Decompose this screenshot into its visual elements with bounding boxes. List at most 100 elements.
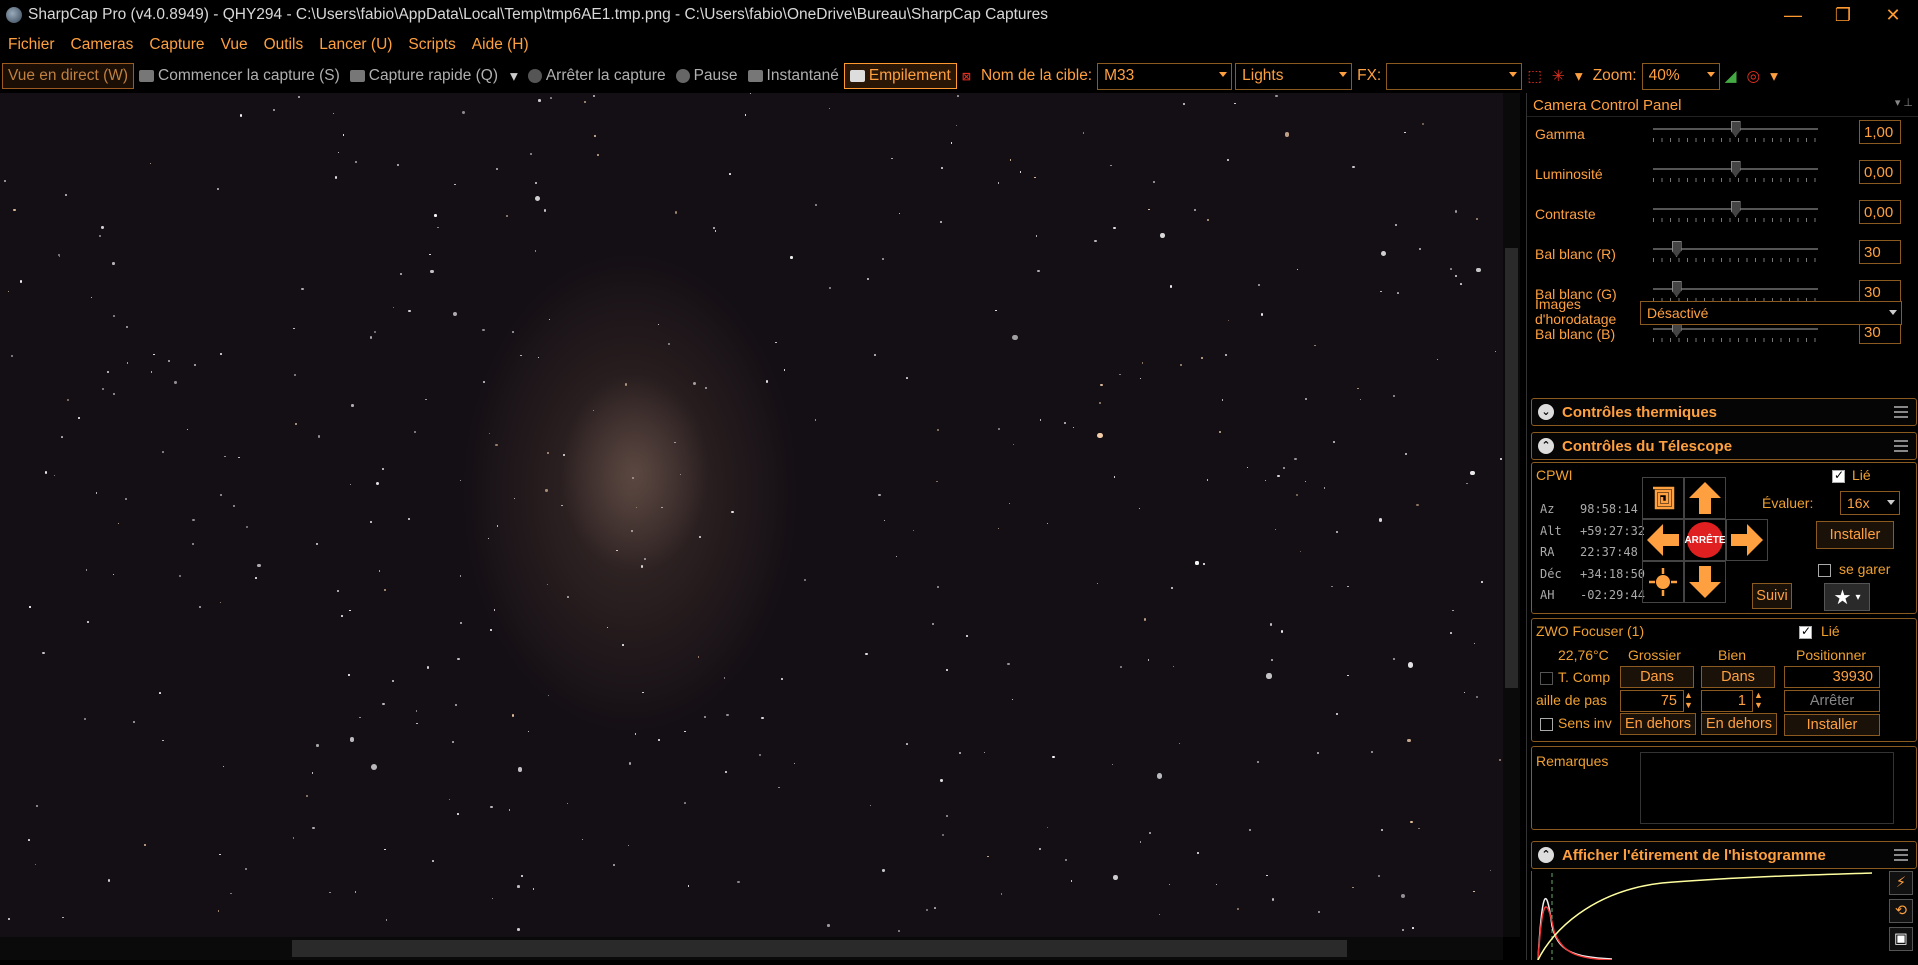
close-button[interactable]: ✕ bbox=[1868, 0, 1918, 30]
arrow-up-icon[interactable] bbox=[1684, 477, 1726, 519]
image-vertical-scrollbar[interactable] bbox=[1503, 93, 1520, 937]
spinner-icon[interactable]: ▲ ▼ bbox=[1754, 690, 1763, 710]
stacking-button[interactable]: Empilement bbox=[843, 63, 957, 89]
crosshair-icon[interactable]: ✳ bbox=[1547, 63, 1570, 89]
chevron-down-icon[interactable]: ⌄ bbox=[1538, 404, 1554, 420]
coarse-in-button[interactable]: Dans bbox=[1620, 666, 1694, 688]
auto-stretch-icon[interactable]: ⚡ bbox=[1889, 871, 1913, 895]
stop-button[interactable]: ARRÊTE bbox=[1684, 519, 1726, 561]
star-point bbox=[1473, 642, 1476, 644]
control-slider[interactable] bbox=[1653, 281, 1818, 302]
spinner-icon[interactable]: ▲ ▼ bbox=[1684, 690, 1693, 710]
histogram-icon[interactable]: ◢ bbox=[1720, 63, 1742, 89]
target-reticle-icon[interactable]: ◎ bbox=[1742, 63, 1766, 89]
focuser-stop-button[interactable]: Arrêter bbox=[1784, 690, 1880, 712]
menu-icon[interactable] bbox=[1894, 440, 1908, 452]
mount-linked-checkbox[interactable] bbox=[1832, 468, 1845, 483]
control-value[interactable]: 1,00 bbox=[1859, 120, 1901, 144]
star-point bbox=[1012, 443, 1015, 446]
thermal-controls-header[interactable]: ⌄ Contrôles thermiques bbox=[1531, 398, 1917, 426]
target-sun-icon[interactable] bbox=[1642, 561, 1684, 603]
control-value[interactable]: 0,00 bbox=[1859, 200, 1901, 224]
image-horizontal-scrollbar[interactable] bbox=[0, 937, 1503, 960]
chevron-up-icon[interactable]: ⌃ bbox=[1538, 847, 1554, 863]
park-checkbox[interactable] bbox=[1818, 564, 1831, 577]
pin-icon[interactable]: ▾ ⊥ bbox=[1895, 96, 1913, 109]
menu-capture[interactable]: Capture bbox=[141, 36, 212, 54]
control-slider[interactable] bbox=[1653, 201, 1818, 222]
live-view-button[interactable]: Vue en direct (W) bbox=[2, 63, 135, 89]
snapshot-button[interactable]: Instantané bbox=[743, 63, 844, 89]
control-value[interactable]: 0,00 bbox=[1859, 160, 1901, 184]
fine-step-input[interactable]: 1 bbox=[1701, 690, 1753, 712]
control-slider[interactable] bbox=[1653, 121, 1818, 142]
minimize-button[interactable]: — bbox=[1768, 0, 1818, 30]
chevron-down-icon[interactable]: ▾ bbox=[510, 67, 518, 86]
restore-button[interactable]: ❐ bbox=[1818, 0, 1868, 30]
star-settings-button[interactable]: ★ ▾ bbox=[1824, 583, 1870, 611]
temp-comp-checkbox[interactable] bbox=[1540, 672, 1553, 685]
fx-select[interactable] bbox=[1386, 62, 1523, 90]
quick-capture-button[interactable]: Capture rapide (Q) ▾ bbox=[345, 63, 523, 89]
chevron-down-icon[interactable]: ▾ bbox=[1765, 63, 1783, 89]
star-point bbox=[295, 422, 298, 425]
target-name-select[interactable]: M33 bbox=[1097, 62, 1233, 90]
frame-type-select[interactable]: Lights bbox=[1235, 62, 1353, 90]
menu-vue[interactable]: Vue bbox=[213, 36, 256, 54]
menu-fichier[interactable]: Fichier bbox=[0, 36, 63, 54]
start-capture-button[interactable]: Commencer la capture (S) bbox=[134, 63, 345, 89]
control-slider[interactable] bbox=[1653, 241, 1818, 262]
mount-setup-button[interactable]: Installer bbox=[1816, 521, 1894, 549]
arrow-right-icon[interactable] bbox=[1726, 519, 1768, 561]
coarse-step-input[interactable]: 75 bbox=[1620, 690, 1684, 712]
save-icon[interactable]: ▣ bbox=[1889, 927, 1913, 951]
menu-scripts[interactable]: Scripts bbox=[400, 36, 463, 54]
slider-thumb[interactable] bbox=[1730, 201, 1741, 217]
focuser-linked-checkbox[interactable] bbox=[1799, 624, 1812, 639]
slider-thumb[interactable] bbox=[1730, 161, 1741, 177]
menu-icon[interactable] bbox=[1894, 849, 1908, 861]
arrow-down-icon[interactable] bbox=[1684, 561, 1726, 603]
star-point bbox=[1039, 848, 1041, 851]
star-point bbox=[174, 381, 177, 384]
position-input[interactable]: 39930 bbox=[1784, 666, 1880, 688]
menu-icon[interactable] bbox=[1894, 406, 1908, 418]
pause-button[interactable]: Pause bbox=[671, 63, 743, 89]
fine-out-button[interactable]: En dehors bbox=[1701, 713, 1777, 735]
select-area-icon[interactable]: ⬚ bbox=[1522, 63, 1547, 89]
coarse-out-button[interactable]: En dehors bbox=[1620, 713, 1696, 735]
chevron-up-icon[interactable]: ⌃ bbox=[1538, 438, 1554, 454]
control-slider[interactable] bbox=[1653, 161, 1818, 182]
slider-thumb[interactable] bbox=[1671, 241, 1682, 257]
timestamp-select[interactable]: Désactivé bbox=[1640, 301, 1902, 325]
slider-thumb[interactable] bbox=[1730, 121, 1741, 137]
star-point bbox=[95, 492, 98, 494]
menu-aide[interactable]: Aide (H) bbox=[464, 36, 537, 54]
focuser-setup-button[interactable]: Installer bbox=[1784, 714, 1880, 736]
menu-lancer[interactable]: Lancer (U) bbox=[311, 36, 400, 54]
zoom-select[interactable]: 40% bbox=[1641, 62, 1720, 90]
star-point bbox=[1039, 419, 1042, 421]
spiral-search-icon[interactable] bbox=[1642, 477, 1684, 519]
app-icon bbox=[6, 7, 22, 23]
star-point bbox=[1097, 583, 1099, 585]
rate-select[interactable]: 16x bbox=[1840, 491, 1900, 515]
reset-icon[interactable]: ⟲ bbox=[1889, 899, 1913, 923]
menu-cameras[interactable]: Cameras bbox=[63, 36, 142, 54]
control-value[interactable]: 30 bbox=[1859, 240, 1901, 264]
camera-image-view[interactable] bbox=[0, 93, 1503, 937]
notes-textarea[interactable] bbox=[1640, 752, 1894, 824]
telescope-controls-header[interactable]: ⌃ Contrôles du Télescope bbox=[1531, 432, 1917, 460]
reverse-checkbox[interactable] bbox=[1540, 718, 1553, 731]
histogram-header[interactable]: ⌃ Afficher l'étirement de l'histogramme bbox=[1531, 841, 1917, 869]
chevron-down-icon[interactable]: ▾ bbox=[1570, 63, 1588, 89]
scrollbar-thumb[interactable] bbox=[1505, 248, 1518, 688]
new-target-icon[interactable]: ⊠ bbox=[957, 63, 976, 89]
scrollbar-thumb[interactable] bbox=[292, 940, 1347, 957]
arrow-left-icon[interactable] bbox=[1642, 519, 1684, 561]
stop-capture-button[interactable]: Arrêter la capture bbox=[523, 63, 671, 89]
fine-in-button[interactable]: Dans bbox=[1701, 666, 1775, 688]
menu-outils[interactable]: Outils bbox=[256, 36, 312, 54]
histogram-plot[interactable] bbox=[1531, 871, 1875, 961]
tracking-button[interactable]: Suivi bbox=[1752, 583, 1792, 609]
